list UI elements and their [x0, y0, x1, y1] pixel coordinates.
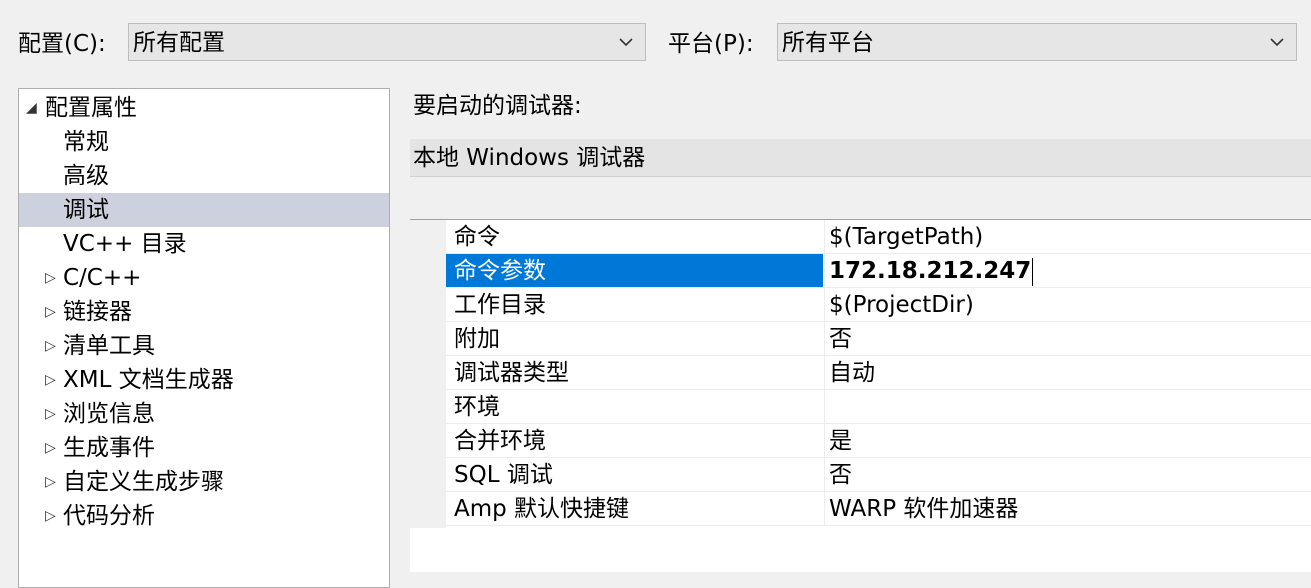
tree-item-label: VC++ 目录 — [63, 231, 187, 257]
property-row[interactable]: SQL 调试 否 — [446, 458, 1311, 492]
tree-item-label: 高级 — [63, 163, 109, 189]
tree-item-label: XML 文档生成器 — [63, 367, 234, 393]
collapsed-triangle-icon[interactable]: ▷ — [45, 261, 56, 295]
collapsed-triangle-icon[interactable]: ▷ — [45, 363, 56, 397]
grid-gutter — [410, 220, 446, 528]
tree-item-manifest-tool[interactable]: ▷ 清单工具 — [19, 329, 389, 363]
property-row[interactable]: 工作目录 $(ProjectDir) — [446, 288, 1311, 322]
property-name: 工作目录 — [454, 292, 546, 318]
tree-item-label: 生成事件 — [63, 435, 155, 461]
config-label: 配置(C): — [18, 31, 106, 57]
property-value[interactable]: 否 — [824, 322, 1311, 355]
property-name: SQL 调试 — [454, 462, 553, 488]
property-name: 环境 — [454, 394, 500, 420]
tree-item-linker[interactable]: ▷ 链接器 — [19, 295, 389, 329]
tree-item-build-events[interactable]: ▷ 生成事件 — [19, 431, 389, 465]
property-row[interactable]: 环境 — [446, 390, 1311, 424]
property-tree: ◢ 配置属性 常规 高级 调试 VC++ 目录 ▷ C/C++ ▷ 链接器 ▷ … — [18, 88, 390, 588]
chevron-down-icon — [619, 38, 633, 47]
property-name: 合并环境 — [454, 428, 546, 454]
tree-item-label: 调试 — [63, 197, 109, 223]
property-row[interactable]: 调试器类型 自动 — [446, 356, 1311, 390]
property-value-editor[interactable]: 172.18.212.247 — [824, 254, 1311, 287]
debugger-to-launch-label: 要启动的调试器: — [413, 93, 582, 119]
tree-item-label: 配置属性 — [45, 95, 137, 121]
tree-item-label: 链接器 — [63, 299, 132, 325]
tree-item-xml-doc-generator[interactable]: ▷ XML 文档生成器 — [19, 363, 389, 397]
platform-dropdown[interactable]: 所有平台 — [777, 23, 1297, 61]
tree-item-label: 清单工具 — [63, 333, 155, 359]
property-value[interactable]: $(TargetPath) — [824, 220, 1311, 253]
text-caret — [1032, 257, 1034, 286]
tree-item-label: 常规 — [63, 129, 109, 155]
tree-item-debugging[interactable]: 调试 — [19, 193, 389, 227]
property-name: 命令 — [454, 224, 500, 250]
property-name: 调试器类型 — [454, 360, 569, 386]
property-name: 附加 — [454, 326, 500, 352]
tree-item-vc-directories[interactable]: VC++ 目录 — [19, 227, 389, 261]
property-value[interactable]: WARP 软件加速器 — [824, 492, 1311, 525]
expanded-triangle-icon[interactable]: ◢ — [26, 91, 37, 125]
tree-item-label: 自定义生成步骤 — [63, 469, 224, 495]
property-row[interactable]: 命令 $(TargetPath) — [446, 220, 1311, 254]
property-value[interactable] — [824, 390, 1311, 423]
platform-dropdown-value: 所有平台 — [782, 30, 874, 56]
property-grid: 命令 $(TargetPath) 命令参数 172.18.212.247 工作目… — [410, 219, 1311, 572]
config-dropdown-value: 所有配置 — [133, 30, 225, 56]
collapsed-triangle-icon[interactable]: ▷ — [45, 397, 56, 431]
collapsed-triangle-icon[interactable]: ▷ — [45, 465, 56, 499]
tree-item-label: C/C++ — [63, 265, 142, 291]
property-value[interactable]: 否 — [824, 458, 1311, 491]
tree-item-general[interactable]: 常规 — [19, 125, 389, 159]
property-name: 命令参数 — [446, 254, 823, 287]
chevron-down-icon — [1270, 38, 1284, 47]
collapsed-triangle-icon[interactable]: ▷ — [45, 431, 56, 465]
platform-label: 平台(P): — [668, 31, 754, 57]
property-row-selected[interactable]: 命令参数 172.18.212.247 — [446, 254, 1311, 288]
collapsed-triangle-icon[interactable]: ▷ — [45, 295, 56, 329]
tree-item-label: 代码分析 — [63, 503, 155, 529]
tree-item-config-properties[interactable]: ◢ 配置属性 — [19, 91, 389, 125]
tree-item-code-analysis[interactable]: ▷ 代码分析 — [19, 499, 389, 533]
property-value[interactable]: 自动 — [824, 356, 1311, 389]
debugger-selector-value: 本地 Windows 调试器 — [413, 145, 646, 171]
tree-item-advanced[interactable]: 高级 — [19, 159, 389, 193]
property-row[interactable]: 附加 否 — [446, 322, 1311, 356]
tree-item-custom-build-step[interactable]: ▷ 自定义生成步骤 — [19, 465, 389, 499]
property-row[interactable]: Amp 默认快捷键 WARP 软件加速器 — [446, 492, 1311, 526]
tree-item-label: 浏览信息 — [63, 401, 155, 427]
debugger-selector[interactable]: 本地 Windows 调试器 — [410, 139, 1311, 177]
property-value-text: 172.18.212.247 — [829, 258, 1032, 284]
config-dropdown[interactable]: 所有配置 — [128, 23, 646, 61]
collapsed-triangle-icon[interactable]: ▷ — [45, 499, 56, 533]
collapsed-triangle-icon[interactable]: ▷ — [45, 329, 56, 363]
property-name: Amp 默认快捷键 — [454, 496, 630, 522]
property-value[interactable]: 是 — [824, 424, 1311, 457]
property-value[interactable]: $(ProjectDir) — [824, 288, 1311, 321]
property-row[interactable]: 合并环境 是 — [446, 424, 1311, 458]
tree-item-cpp[interactable]: ▷ C/C++ — [19, 261, 389, 295]
tree-item-browse-info[interactable]: ▷ 浏览信息 — [19, 397, 389, 431]
